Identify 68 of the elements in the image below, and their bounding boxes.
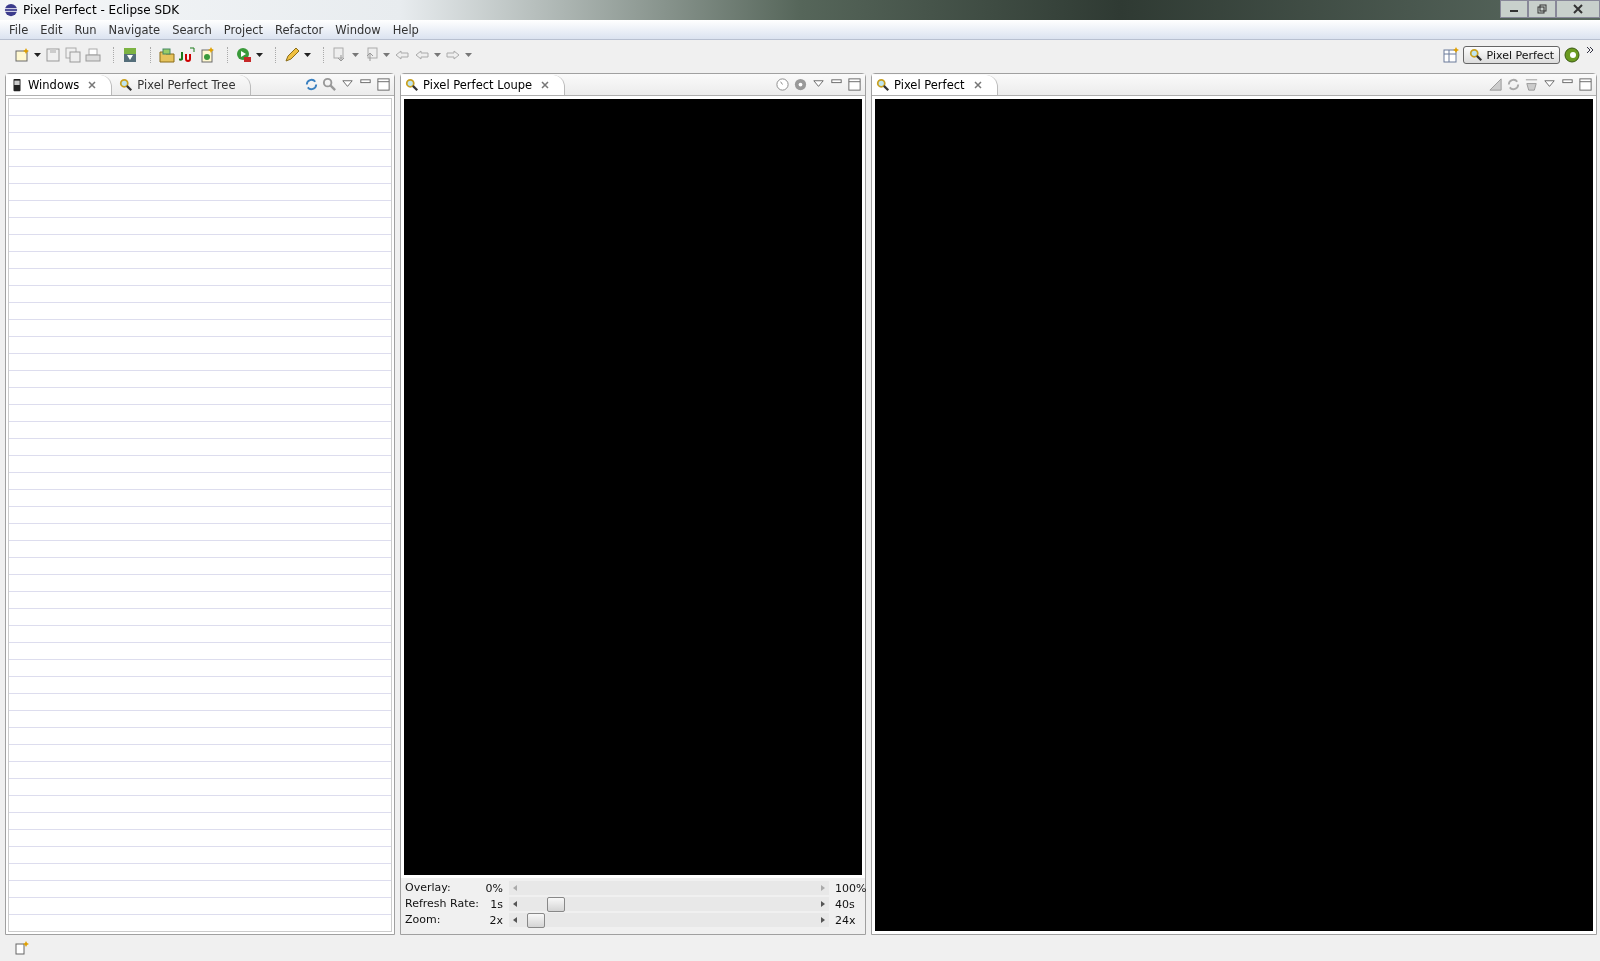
refresh-icon[interactable] [304,77,319,92]
new-class-icon[interactable] [199,47,215,63]
menu-item[interactable]: Window [329,22,387,37]
menu-item[interactable]: File [3,22,35,37]
menu-item[interactable]: Run [68,22,103,37]
slider-thumb[interactable] [526,913,545,928]
menu-item[interactable]: Edit [34,22,69,37]
globe-icon[interactable] [1564,47,1580,63]
slider-label: Overlay: [404,881,452,895]
magnifier-icon [1468,48,1483,62]
close-icon[interactable] [972,79,983,90]
maximize-icon[interactable] [847,77,862,92]
open-perspective-icon[interactable] [1442,47,1459,63]
search-icon[interactable] [322,77,337,92]
restore-icon [1536,4,1548,14]
menu-item[interactable]: Search [166,22,218,37]
window-title: Pixel Perfect - Eclipse SDK [23,3,180,17]
close-icon [1572,4,1584,14]
pen-icon[interactable] [284,47,300,63]
dropdown-caret-icon[interactable] [256,53,263,57]
clock-icon[interactable] [775,77,790,92]
view-tab[interactable]: Pixel Perfect Tree [115,74,251,95]
dropdown-caret-icon[interactable] [304,53,311,57]
magnifier-icon [119,77,134,92]
open-folder-icon[interactable] [159,47,175,63]
view-tab[interactable]: Windows [6,74,113,95]
menu-item[interactable]: Refactor [269,22,330,37]
junit-icon[interactable] [179,47,195,63]
menu-item[interactable]: Help [386,22,425,37]
maximize-icon[interactable] [376,77,391,92]
view-tab[interactable]: Pixel Perfect Loupe [401,74,566,95]
magnifier-icon [405,77,419,92]
run-icon[interactable] [236,47,252,63]
slider-max: 100% [835,881,865,895]
close-icon[interactable] [87,79,98,90]
slider-value: 0% [485,881,503,895]
perspective-button[interactable]: Pixel Perfect [1462,46,1560,64]
left-arrow-icon[interactable] [513,901,517,907]
fast-view-icon[interactable] [14,940,30,956]
download-icon[interactable] [122,47,138,63]
print-icon[interactable] [85,47,101,63]
slider-max: 40s [835,897,856,911]
eclipse-sphere-icon [4,3,18,17]
menu-item[interactable]: Project [217,22,270,37]
slider-value: 1s [489,897,503,911]
slider-label: Refresh Rate: [404,897,480,911]
chevron-icon[interactable] [1586,46,1594,54]
right-arrow-icon[interactable] [821,901,825,907]
left-arrow-icon[interactable] [513,917,517,923]
restore-button[interactable] [1528,0,1556,18]
minimize-button[interactable] [1500,0,1528,18]
slider-label: Zoom: [404,913,442,927]
menu-item[interactable]: Navigate [102,22,167,37]
maximize-icon[interactable] [1578,77,1593,92]
magnifier-icon [876,77,890,92]
dropdown-caret-icon[interactable] [34,53,41,57]
slider-max: 24x [835,913,857,927]
slider-value: 2x [488,913,503,927]
save-all-icon[interactable] [65,47,81,63]
close-button[interactable] [1556,0,1600,18]
slider-thumb[interactable] [547,897,566,912]
slider-track[interactable] [509,897,829,911]
slider-track[interactable] [509,913,829,927]
refresh-icon[interactable] [1506,77,1521,92]
right-arrow-icon[interactable] [821,917,825,923]
close-icon[interactable] [540,79,551,90]
save-image-icon[interactable] [1488,77,1503,92]
view-tab[interactable]: Pixel Perfect [872,74,998,95]
